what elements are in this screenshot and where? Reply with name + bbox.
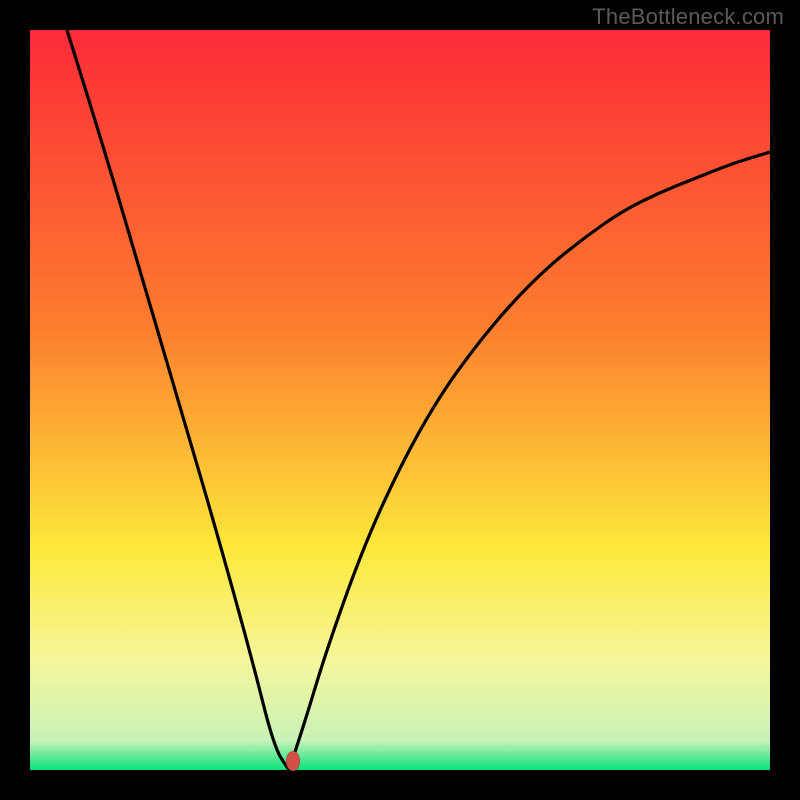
- plot-area: [30, 30, 770, 770]
- plot-svg: [30, 30, 770, 770]
- chart-frame: TheBottleneck.com: [0, 0, 800, 800]
- gradient-background: [30, 30, 770, 770]
- watermark-text: TheBottleneck.com: [592, 4, 784, 30]
- optimum-marker-icon: [286, 751, 300, 771]
